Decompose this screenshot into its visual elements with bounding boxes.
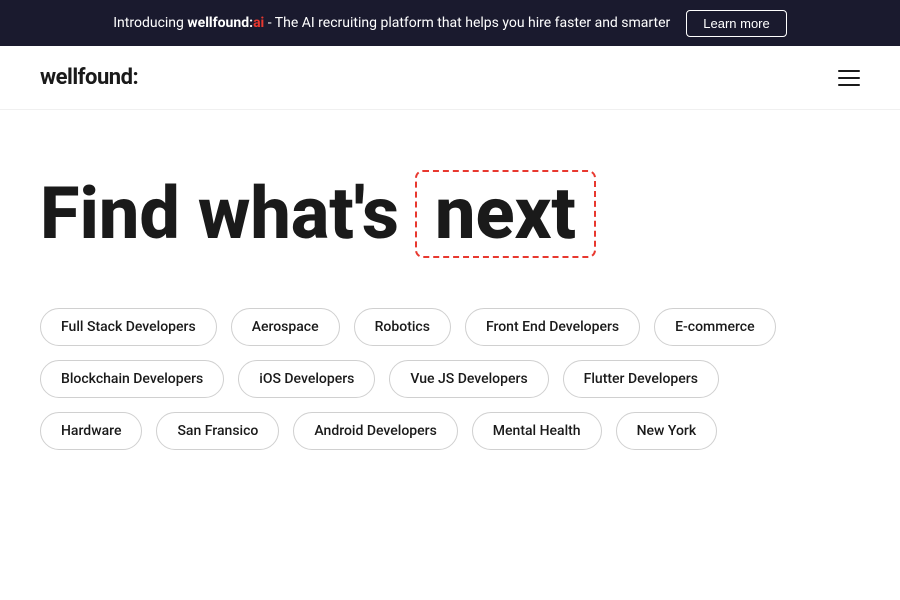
top-banner: Introducing wellfound:ai - The AI recrui… (0, 0, 900, 46)
hamburger-line-3 (838, 84, 860, 86)
tag-hardware[interactable]: Hardware (40, 412, 142, 450)
tags-row-3: Hardware San Fransico Android Developers… (40, 412, 860, 450)
hero-headline: Find what's next (40, 170, 860, 258)
hamburger-line-2 (838, 77, 860, 79)
banner-brand: wellfound: (187, 15, 253, 31)
main-content: Find what's next Full Stack Developers A… (0, 110, 900, 480)
tags-row-1: Full Stack Developers Aerospace Robotics… (40, 308, 860, 346)
hamburger-line-1 (838, 70, 860, 72)
tag-ecommerce[interactable]: E-commerce (654, 308, 775, 346)
banner-intro: Introducing (113, 15, 187, 31)
tags-row-2: Blockchain Developers iOS Developers Vue… (40, 360, 860, 398)
tags-container: Full Stack Developers Aerospace Robotics… (40, 308, 860, 450)
tag-flutter-developers[interactable]: Flutter Developers (563, 360, 719, 398)
headline-highlight-text: next (415, 170, 596, 258)
tag-aerospace[interactable]: Aerospace (231, 308, 340, 346)
tag-android-developers[interactable]: Android Developers (293, 412, 457, 450)
banner-ai: ai (253, 15, 264, 31)
tag-san-fransico[interactable]: San Fransico (156, 412, 279, 450)
headline-static-text: Find what's (40, 176, 399, 252)
tag-blockchain-developers[interactable]: Blockchain Developers (40, 360, 224, 398)
tag-new-york[interactable]: New York (616, 412, 718, 450)
tag-front-end-developers[interactable]: Front End Developers (465, 308, 640, 346)
tag-vuejs-developers[interactable]: Vue JS Developers (389, 360, 548, 398)
tag-full-stack-developers[interactable]: Full Stack Developers (40, 308, 217, 346)
learn-more-button[interactable]: Learn more (686, 10, 786, 37)
header: wellfound: (0, 46, 900, 110)
tag-ios-developers[interactable]: iOS Developers (238, 360, 375, 398)
tag-robotics[interactable]: Robotics (354, 308, 451, 346)
banner-text: Introducing wellfound:ai - The AI recrui… (113, 15, 670, 31)
tag-mental-health[interactable]: Mental Health (472, 412, 602, 450)
logo: wellfound: (40, 65, 138, 90)
hamburger-menu-button[interactable] (838, 70, 860, 86)
banner-suffix: - The AI recruiting platform that helps … (264, 15, 670, 31)
